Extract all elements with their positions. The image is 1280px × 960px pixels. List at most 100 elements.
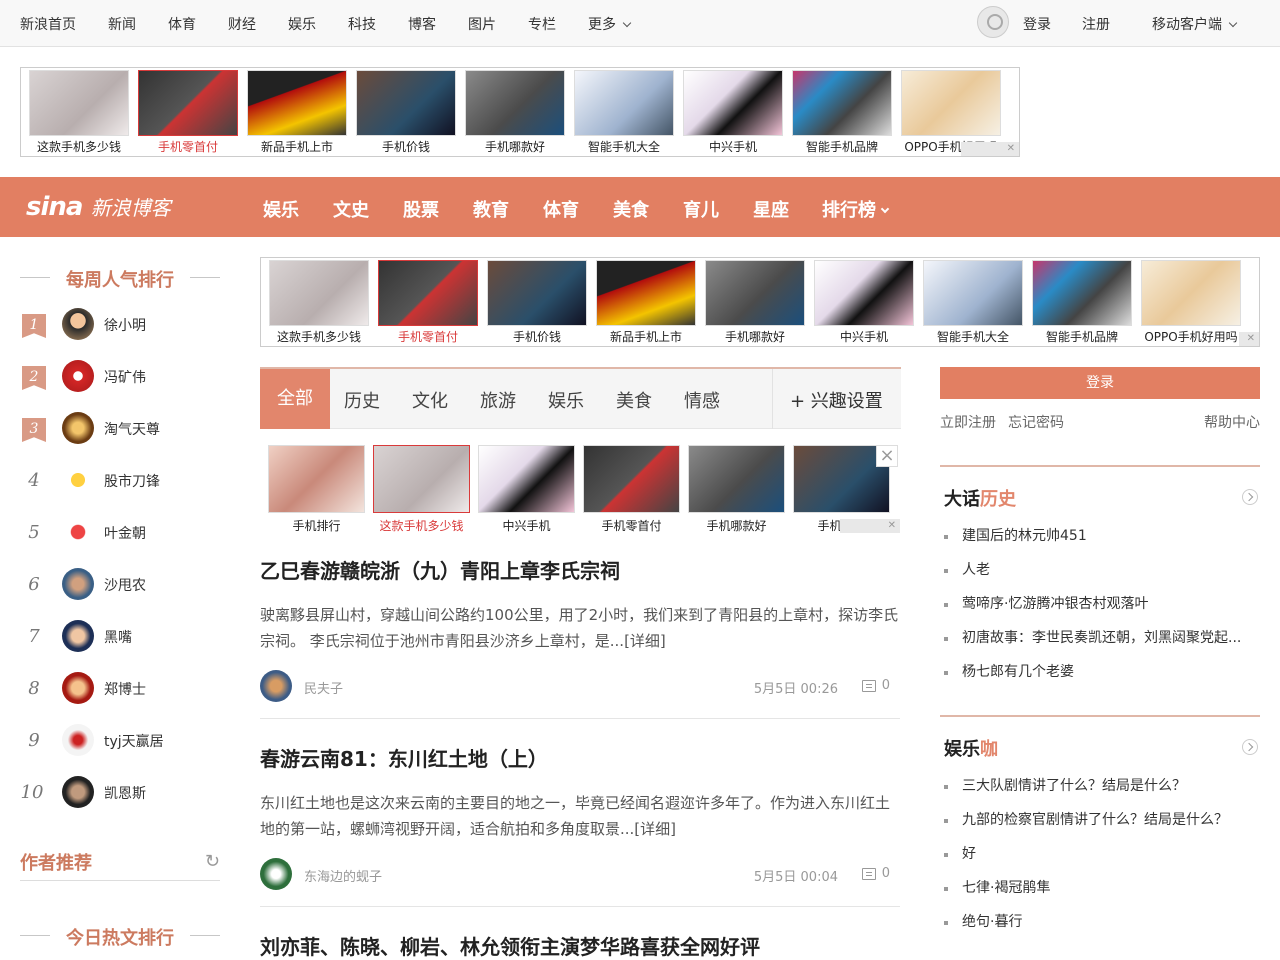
tab-culture[interactable]: 文化 bbox=[412, 387, 448, 413]
rank-row[interactable]: 6 沙甩农 bbox=[22, 568, 232, 608]
cat-parenting[interactable]: 育儿 bbox=[683, 196, 719, 222]
rank-row[interactable]: 4 股市刀锋 bbox=[22, 464, 232, 504]
blogger-name[interactable]: 股市刀锋 bbox=[104, 471, 160, 491]
list-item[interactable]: 初唐故事：李世民奏凯还朝，刘黑闼聚党起... bbox=[940, 621, 1260, 655]
rank-row[interactable]: 3 淘气天尊 bbox=[22, 412, 232, 452]
help-center-link[interactable]: 帮助中心 bbox=[1204, 412, 1260, 432]
ad-item[interactable] bbox=[373, 445, 470, 517]
history-box-title[interactable]: 大话历史 bbox=[944, 485, 1016, 511]
article-author[interactable]: 民夫子 bbox=[304, 678, 343, 697]
blogger-name[interactable]: 凯恩斯 bbox=[104, 783, 146, 803]
ad-item[interactable] bbox=[268, 445, 365, 517]
blogger-name[interactable]: 淘气天尊 bbox=[104, 419, 160, 439]
list-item[interactable]: 建国后的林元帅451 bbox=[940, 519, 1260, 553]
cat-ranking[interactable]: 排行榜 bbox=[822, 196, 890, 222]
forgot-password-link[interactable]: 忘记密码 bbox=[1008, 412, 1064, 432]
ad-item[interactable]: 手机零首付 bbox=[378, 260, 478, 345]
cat-sports[interactable]: 体育 bbox=[543, 196, 579, 222]
article-author[interactable]: 东海边的蚬子 bbox=[304, 866, 382, 885]
cat-stocks[interactable]: 股票 bbox=[403, 196, 439, 222]
ad-item[interactable]: 新品手机上市 bbox=[247, 70, 347, 155]
rank-row[interactable]: 10 凯恩斯 bbox=[21, 776, 232, 816]
avatar[interactable] bbox=[62, 360, 94, 392]
ad-item[interactable]: 智能手机品牌 bbox=[792, 70, 892, 155]
nav-photo[interactable]: 图片 bbox=[468, 14, 496, 34]
refresh-icon[interactable]: ↻ bbox=[205, 851, 220, 872]
comment-count[interactable]: 0 bbox=[882, 678, 890, 693]
avatar[interactable] bbox=[260, 858, 292, 890]
nav-sina-home[interactable]: 新浪首页 bbox=[20, 14, 76, 34]
blogger-name[interactable]: 冯矿伟 bbox=[104, 367, 146, 387]
tab-food[interactable]: 美食 bbox=[616, 387, 652, 413]
cat-horoscope[interactable]: 星座 bbox=[753, 196, 789, 222]
tab-ent[interactable]: 娱乐 bbox=[548, 387, 584, 413]
blogger-name[interactable]: 沙甩农 bbox=[104, 575, 146, 595]
register-link[interactable]: 立即注册 bbox=[940, 412, 996, 432]
comment-icon[interactable] bbox=[862, 868, 876, 880]
article-summary[interactable]: 东川红土地也是这次来云南的主要目的地之一，毕竟已经闻名遐迩许多年了。作为进入东川… bbox=[260, 790, 900, 842]
mobile-client-menu[interactable]: 移动客户端 bbox=[1152, 14, 1238, 34]
avatar[interactable] bbox=[62, 672, 94, 704]
list-item[interactable]: 人老 bbox=[940, 553, 1260, 587]
list-item[interactable]: 莺啼序·忆游腾冲银杏村观落叶 bbox=[940, 587, 1260, 621]
cat-education[interactable]: 教育 bbox=[473, 196, 509, 222]
user-avatar-icon[interactable] bbox=[977, 6, 1009, 38]
ad-item[interactable]: 智能手机大全 bbox=[574, 70, 674, 155]
ad-item[interactable]: 中兴手机 bbox=[683, 70, 783, 155]
tab-travel[interactable]: 旅游 bbox=[480, 387, 516, 413]
nav-column[interactable]: 专栏 bbox=[528, 14, 556, 34]
avatar[interactable] bbox=[62, 412, 94, 444]
avatar[interactable] bbox=[260, 670, 292, 702]
register-link[interactable]: 注册 bbox=[1082, 14, 1110, 34]
tab-history[interactable]: 历史 bbox=[344, 387, 380, 413]
tab-all[interactable]: 全部 bbox=[260, 369, 330, 429]
ad-item[interactable]: 智能手机大全 bbox=[923, 260, 1023, 345]
cat-ent[interactable]: 娱乐 bbox=[263, 196, 299, 222]
blogger-name[interactable]: 叶金朝 bbox=[104, 523, 146, 543]
ad-item[interactable] bbox=[478, 445, 575, 517]
ad-item[interactable]: 这款手机多少钱 bbox=[29, 70, 129, 155]
nav-blog[interactable]: 博客 bbox=[408, 14, 436, 34]
list-item[interactable]: 杨七郎有几个老婆 bbox=[940, 655, 1260, 689]
avatar[interactable] bbox=[62, 776, 94, 808]
ad-close-icon[interactable]: ✕ bbox=[840, 519, 900, 533]
list-item[interactable]: 九部的检察官剧情讲了什么？结局是什么？ bbox=[940, 803, 1260, 837]
ad-item[interactable]: 手机价钱 bbox=[356, 70, 456, 155]
login-button[interactable]: 登录 bbox=[940, 367, 1260, 399]
ad-item[interactable]: 智能手机品牌 bbox=[1032, 260, 1132, 345]
list-item[interactable]: 绝句·暮行 bbox=[940, 905, 1260, 939]
nav-sports[interactable]: 体育 bbox=[168, 14, 196, 34]
interest-settings-button[interactable]: + 兴趣设置 bbox=[790, 387, 883, 413]
chevron-right-icon[interactable] bbox=[1242, 739, 1258, 755]
ad-item[interactable] bbox=[688, 445, 785, 517]
list-item[interactable]: 七律·褐冠鹃隼 bbox=[940, 871, 1260, 905]
blogger-name[interactable]: 徐小明 bbox=[104, 315, 146, 335]
comment-icon[interactable] bbox=[862, 680, 876, 692]
ad-item[interactable]: 手机零首付 bbox=[138, 70, 238, 155]
article-title[interactable]: 乙巳春游赣皖浙（九）青阳上章李氏宗祠 bbox=[260, 555, 900, 584]
rank-row[interactable]: 7 黑嘴 bbox=[22, 620, 232, 660]
avatar[interactable] bbox=[62, 568, 94, 600]
rank-row[interactable]: 1 徐小明 bbox=[22, 308, 232, 348]
list-item[interactable]: 好 bbox=[940, 837, 1260, 871]
avatar[interactable] bbox=[62, 620, 94, 652]
sina-blog-logo[interactable]: sina 新浪博客 bbox=[26, 192, 171, 222]
article-title[interactable]: 刘亦菲、陈晓、柳岩、林允领衔主演梦华路喜获全网好评 bbox=[260, 931, 900, 960]
ad-item[interactable]: 手机哪款好 bbox=[465, 70, 565, 155]
list-item[interactable]: 三大队剧情讲了什么？结局是什么？ bbox=[940, 769, 1260, 803]
ad-close-icon[interactable]: ✕ bbox=[961, 142, 1019, 156]
ad-item[interactable]: 手机哪款好 bbox=[705, 260, 805, 345]
nav-more[interactable]: 更多 bbox=[588, 14, 632, 34]
rank-row[interactable]: 9 tyj天赢居 bbox=[22, 724, 232, 764]
article-title[interactable]: 春游云南81：东川红土地（上） bbox=[260, 743, 900, 772]
ad-item[interactable]: 新品手机上市 bbox=[596, 260, 696, 345]
nav-ent[interactable]: 娱乐 bbox=[288, 14, 316, 34]
rank-row[interactable]: 5 叶金朝 bbox=[22, 516, 232, 556]
close-icon[interactable]: × bbox=[876, 445, 898, 467]
nav-tech[interactable]: 科技 bbox=[348, 14, 376, 34]
avatar[interactable] bbox=[62, 464, 94, 496]
ad-close-icon[interactable]: ✕ bbox=[1239, 332, 1259, 346]
login-link[interactable]: 登录 bbox=[1023, 14, 1051, 34]
ent-box-title[interactable]: 娱乐咖 bbox=[944, 735, 998, 761]
nav-news[interactable]: 新闻 bbox=[108, 14, 136, 34]
